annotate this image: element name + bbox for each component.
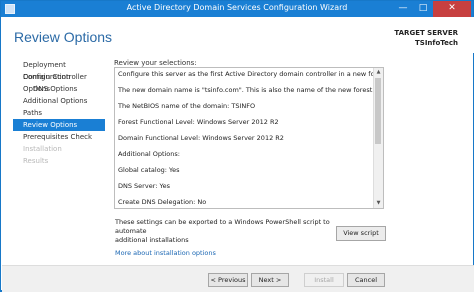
review-line: Forest Functional Level: Windows Server … (118, 118, 279, 126)
target-server-label: TARGET SERVER (394, 29, 458, 37)
more-about-installation-options-link[interactable]: More about installation options (115, 249, 216, 257)
review-line (118, 190, 372, 198)
maximize-button[interactable]: □ (413, 1, 433, 17)
review-line: The new domain name is "tsinfo.com". Thi… (118, 86, 375, 94)
wizard-nav: Deployment Configuration Domain Controll… (13, 59, 105, 167)
previous-button[interactable]: < Previous (208, 273, 248, 287)
review-line (118, 126, 372, 134)
review-line: Additional Options: (118, 150, 180, 158)
install-button: Install (304, 273, 344, 287)
review-subheading: Review your selections: (114, 59, 197, 67)
close-button[interactable]: ✕ (433, 1, 471, 17)
review-lines: Configure this server as the first Activ… (118, 70, 384, 206)
cancel-button[interactable]: Cancel (347, 273, 385, 287)
review-line: Domain Functional Level: Windows Server … (118, 134, 284, 142)
review-line: The NetBIOS name of the domain: TSINFO (118, 102, 256, 110)
nav-item-domain-controller-options[interactable]: Domain Controller Options (13, 71, 105, 93)
review-line (118, 94, 372, 102)
scroll-down-arrow-icon[interactable]: ▼ (374, 199, 383, 208)
nav-item-deployment-configuration[interactable]: Deployment Configuration (13, 59, 105, 81)
next-button[interactable]: Next > (251, 273, 289, 287)
review-line: Create DNS Delegation: No (118, 198, 207, 206)
page-header: Review Options TARGET SERVER TSInfoTech (2, 17, 474, 53)
target-server-name: TSInfoTech (415, 39, 458, 47)
review-line: Configure this server as the first Activ… (118, 70, 384, 78)
nav-item-additional-options[interactable]: Additional Options (13, 95, 105, 107)
review-line (118, 110, 372, 118)
export-note: These settings can be exported to a Wind… (115, 218, 335, 245)
review-line (118, 174, 372, 182)
review-line (118, 142, 372, 150)
nav-item-results: Results (23, 157, 49, 165)
nav-item-installation: Installation (23, 145, 62, 153)
content-area: Review your selections: (114, 57, 384, 67)
scroll-thumb[interactable] (375, 78, 381, 144)
export-note-line-1: These settings can be exported to a Wind… (115, 218, 330, 235)
review-line (118, 78, 372, 86)
wizard-footer: < Previous Next > Install Cancel (2, 265, 474, 292)
minimize-button[interactable]: — (393, 1, 413, 17)
export-note-line-2: additional installations (115, 236, 189, 244)
nav-item-prerequisites-check[interactable]: Prerequisites Check (13, 131, 105, 143)
nav-item-review-options[interactable]: Review Options (13, 119, 105, 131)
review-scrollbar[interactable]: ▲ ▼ (373, 68, 383, 208)
review-selections-box[interactable]: Configure this server as the first Activ… (114, 67, 384, 209)
review-line (118, 158, 372, 166)
wizard-window: Active Directory Domain Services Configu… (0, 0, 474, 292)
nav-item-paths[interactable]: Paths (13, 107, 105, 119)
title-bar[interactable]: Active Directory Domain Services Configu… (1, 1, 473, 17)
scroll-up-arrow-icon[interactable]: ▲ (374, 68, 383, 77)
review-line: DNS Server: Yes (118, 182, 171, 190)
review-line: Global catalog: Yes (118, 166, 180, 174)
view-script-button[interactable]: View script (336, 226, 386, 241)
page-title: Review Options (14, 29, 113, 45)
